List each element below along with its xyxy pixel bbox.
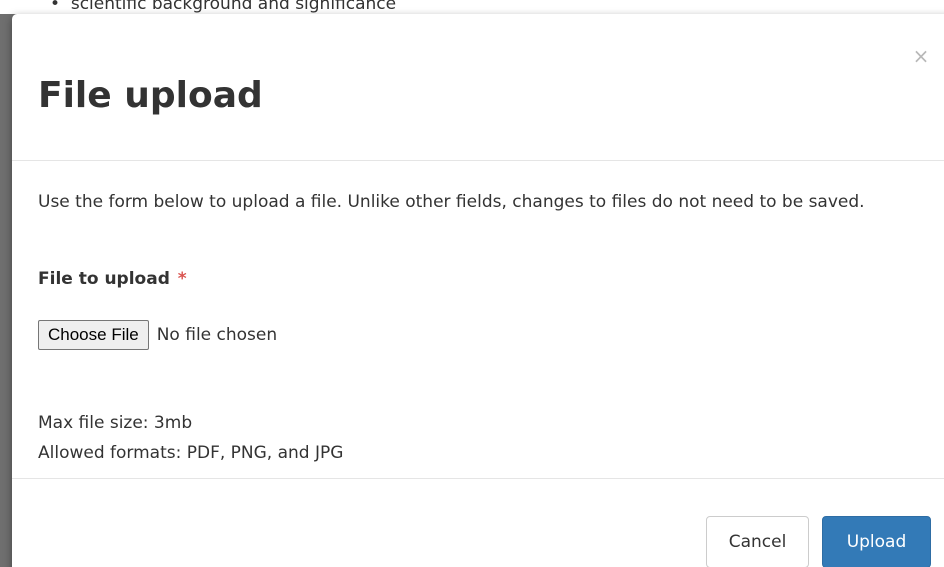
background-bullet-text: • scientific background and significance [50,0,396,14]
modal-title: File upload [38,75,263,116]
intro-text: Use the form below to upload a file. Unl… [38,192,865,212]
allowed-formats-text: Allowed formats: PDF, PNG, and JPG [38,443,344,463]
required-marker: * [177,269,187,289]
modal-header: File upload × [12,14,944,161]
choose-file-button[interactable]: Choose File [38,320,149,350]
background-page-strip: • scientific background and significance [0,0,944,14]
file-field-label: File to upload * [38,267,187,291]
cancel-button[interactable]: Cancel [706,516,809,567]
max-file-size-text: Max file size: 3mb [38,413,193,433]
modal-footer: Cancel Upload [12,478,944,567]
upload-limits: Max file size: 3mb Allowed formats: PDF,… [38,408,343,468]
close-icon[interactable]: × [911,44,931,68]
file-upload-modal: File upload × Use the form below to uplo… [12,14,944,567]
file-field-label-text: File to upload [38,269,170,289]
upload-button[interactable]: Upload [822,516,931,567]
file-status-text: No file chosen [156,325,278,345]
background-bullet-label: scientific background and significance [70,0,397,14]
file-input: Choose File No file chosen [38,320,277,350]
